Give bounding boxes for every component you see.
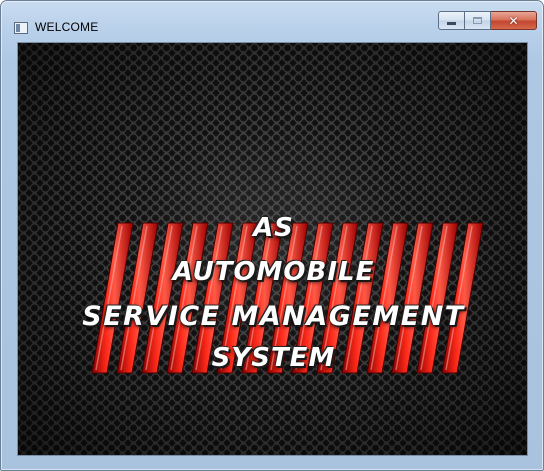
splash-panel: AS AUTOMOBILE SERVICE MANAGEMENT SYSTEM (17, 42, 528, 456)
minimize-button[interactable] (438, 11, 465, 30)
logo-red-stripes (91, 222, 484, 374)
title-bar[interactable]: WELCOME ✕ (1, 1, 543, 41)
close-button[interactable]: ✕ (491, 11, 537, 30)
logo-line-service-management: SERVICE MANAGEMENT (82, 301, 465, 332)
logo-line-automobile: AUTOMOBILE (172, 257, 375, 287)
minimize-icon (447, 21, 456, 25)
maximize-button[interactable] (465, 11, 491, 30)
logo-line-system: SYSTEM (211, 343, 336, 373)
window-title: WELCOME (35, 20, 99, 34)
close-icon: ✕ (508, 13, 519, 28)
logo-line-as: AS (253, 213, 294, 243)
welcome-window: WELCOME ✕ AS AUTOMOBILE SERVICE MANAGEME… (0, 0, 544, 471)
caption-buttons: ✕ (438, 11, 537, 31)
app-window-icon[interactable] (14, 22, 28, 34)
maximize-icon (473, 17, 482, 24)
